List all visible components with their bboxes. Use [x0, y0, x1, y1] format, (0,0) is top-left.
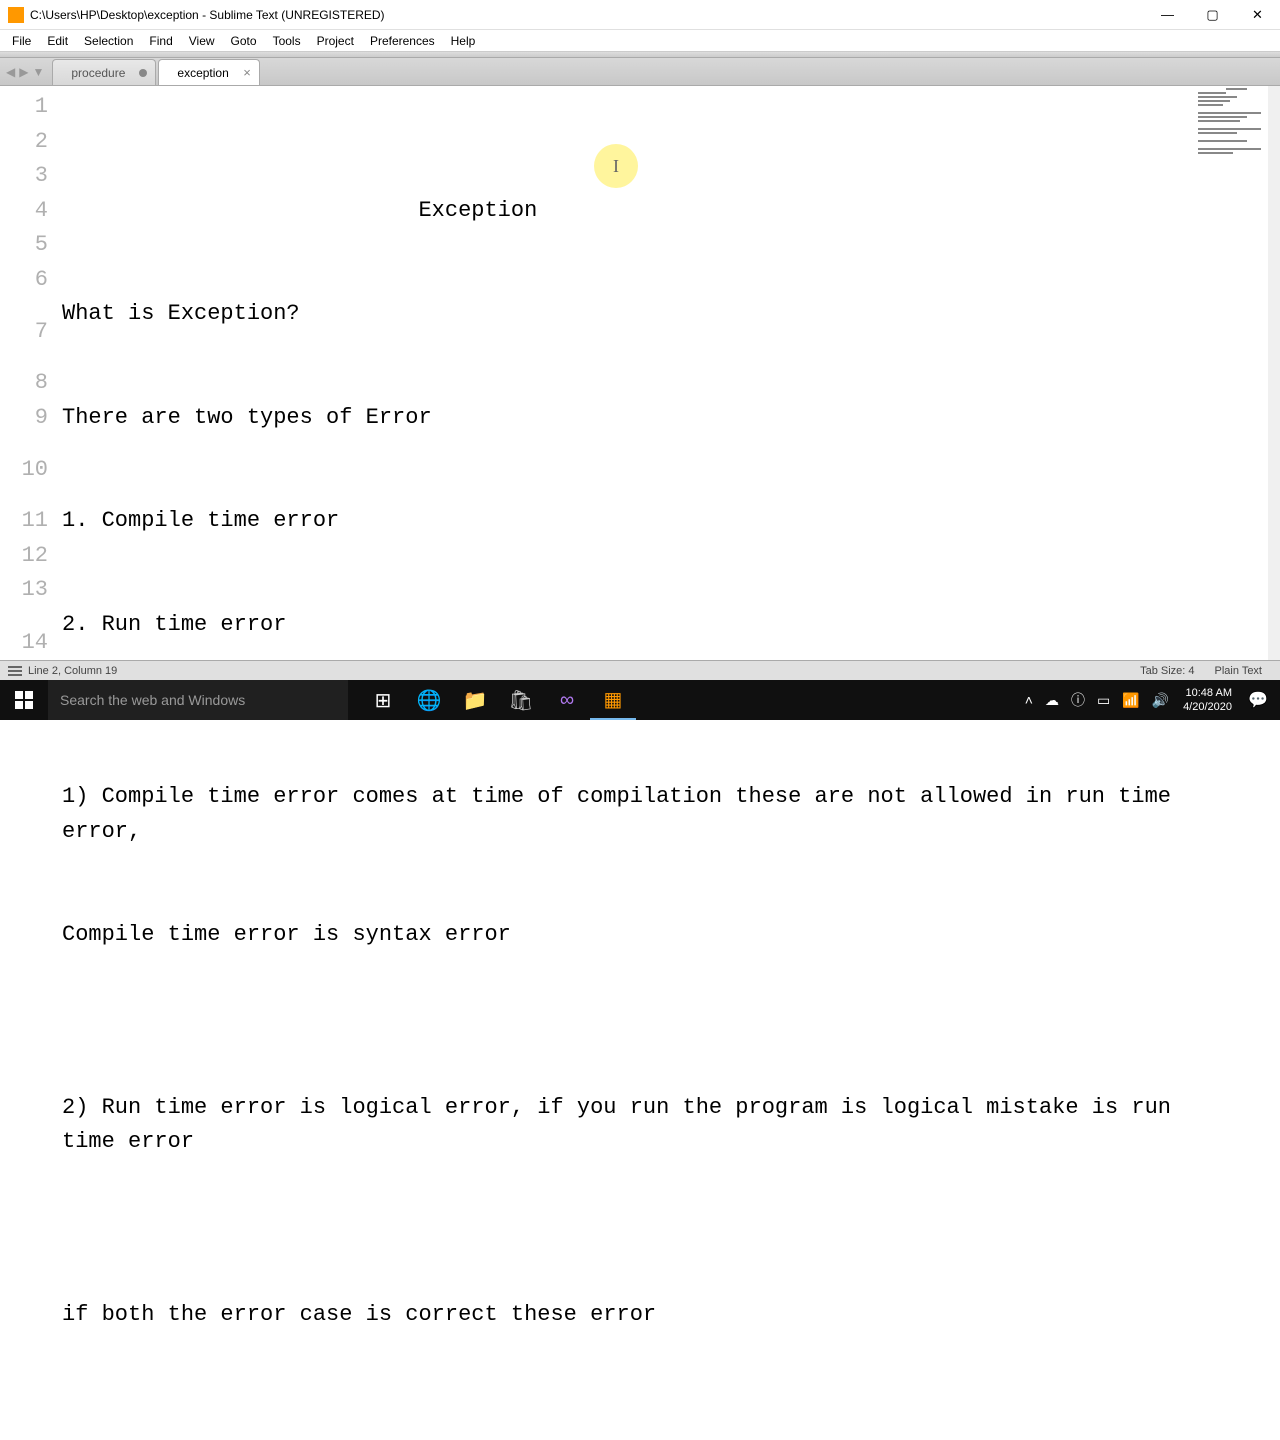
menu-selection[interactable]: Selection	[76, 32, 141, 50]
taskbar: Search the web and Windows ⊞ 🌐 📁 🛍 ∞ ▦ ˄…	[0, 680, 1280, 720]
line-number: 3	[0, 159, 48, 194]
menu-file[interactable]: File	[4, 32, 39, 50]
tab-nav-down-icon[interactable]: ▼	[32, 65, 44, 79]
tab-exception[interactable]: exception ×	[158, 59, 259, 85]
line-gutter: 1 2 3 4 5 6 7 8 9 10 11 12 13 14	[0, 86, 58, 670]
tray-chevron-icon[interactable]: ˄	[1019, 692, 1039, 708]
start-button[interactable]	[0, 680, 48, 720]
edge-icon[interactable]: 🌐	[406, 680, 452, 720]
tray-volume-icon[interactable]: 🔊	[1146, 692, 1175, 709]
line-number: 9	[0, 401, 48, 436]
close-button[interactable]: ✕	[1235, 0, 1280, 30]
menu-view[interactable]: View	[181, 32, 223, 50]
status-bar: Line 2, Column 19 Tab Size: 4 Plain Text	[0, 660, 1280, 680]
taskbar-search[interactable]: Search the web and Windows	[48, 680, 348, 720]
tab-nav: ◀ ▶ ▼	[0, 58, 50, 85]
line-number: 6	[0, 263, 48, 298]
status-position[interactable]: Line 2, Column 19	[28, 665, 117, 677]
line-number: 12	[0, 539, 48, 574]
tab-label: procedure	[71, 66, 125, 80]
cursor-highlight-text: I	[613, 149, 619, 184]
search-placeholder: Search the web and Windows	[60, 692, 245, 708]
tab-nav-back-icon[interactable]: ◀	[6, 65, 15, 79]
code-line: if both the error case is correct these …	[62, 1298, 1190, 1333]
status-syntax[interactable]: Plain Text	[1205, 665, 1273, 677]
code-line: Exception	[62, 194, 1190, 229]
vertical-scrollbar[interactable]	[1268, 86, 1280, 670]
line-number: 8	[0, 366, 48, 401]
line-number: 13	[0, 573, 48, 608]
menu-project[interactable]: Project	[309, 32, 362, 50]
tray-time: 10:48 AM	[1183, 686, 1232, 700]
minimap[interactable]	[1198, 88, 1268, 238]
tray-clock[interactable]: 10:48 AM 4/20/2020	[1175, 686, 1240, 714]
store-icon[interactable]: 🛍	[498, 680, 544, 720]
code-content[interactable]: I Exception What is Exception? There are…	[58, 86, 1280, 670]
window-title: C:\Users\HP\Desktop\exception - Sublime …	[30, 8, 1145, 22]
tab-nav-forward-icon[interactable]: ▶	[19, 65, 28, 79]
tab-procedure[interactable]: procedure	[52, 59, 156, 85]
code-line: Compile time error is syntax error	[62, 918, 1190, 953]
notification-center-icon[interactable]: 💬	[1240, 680, 1276, 720]
tray-onedrive-icon[interactable]: ☁	[1039, 692, 1065, 709]
tab-label: exception	[177, 66, 228, 80]
line-number: 7	[0, 297, 48, 366]
line-number: 10	[0, 435, 48, 504]
visual-studio-icon[interactable]: ∞	[544, 680, 590, 720]
tray-battery-icon[interactable]: ▭	[1091, 692, 1116, 709]
line-number: 2	[0, 125, 48, 160]
menu-goto[interactable]: Goto	[223, 32, 265, 50]
code-line: 1) Compile time error comes at time of c…	[62, 780, 1190, 849]
minimize-button[interactable]: —	[1145, 0, 1190, 30]
sublime-text-icon[interactable]: ▦	[590, 680, 636, 720]
code-line: 2) Run time error is logical error, if y…	[62, 1091, 1190, 1160]
file-explorer-icon[interactable]: 📁	[452, 680, 498, 720]
title-bar: C:\Users\HP\Desktop\exception - Sublime …	[0, 0, 1280, 30]
menu-bar: File Edit Selection Find View Goto Tools…	[0, 30, 1280, 52]
tray-date: 4/20/2020	[1183, 700, 1232, 714]
taskbar-apps: ⊞ 🌐 📁 🛍 ∞ ▦	[360, 680, 636, 720]
tray-wifi-icon[interactable]: 📶	[1116, 692, 1145, 709]
code-line: 1. Compile time error	[62, 504, 1190, 539]
menu-tools[interactable]: Tools	[265, 32, 309, 50]
system-tray: ˄ ☁ ⓘ ▭ 📶 🔊 10:48 AM 4/20/2020 💬	[1019, 680, 1280, 720]
menu-help[interactable]: Help	[443, 32, 484, 50]
menu-edit[interactable]: Edit	[39, 32, 76, 50]
cursor-highlight: I	[594, 144, 638, 188]
tab-close-icon[interactable]: ×	[243, 65, 251, 80]
windows-icon	[15, 691, 33, 709]
tab-bar: ◀ ▶ ▼ procedure exception ×	[0, 58, 1280, 86]
code-line: 2. Run time error	[62, 608, 1190, 643]
tray-info-icon[interactable]: ⓘ	[1065, 690, 1091, 710]
code-line: What is Exception?	[62, 297, 1190, 332]
maximize-button[interactable]: ▢	[1190, 0, 1235, 30]
dirty-indicator-icon	[139, 69, 147, 77]
line-number: 4	[0, 194, 48, 229]
line-number: 5	[0, 228, 48, 263]
window-controls: — ▢ ✕	[1145, 0, 1280, 30]
app-icon	[8, 7, 24, 23]
code-line: There are two types of Error	[62, 401, 1190, 436]
menu-find[interactable]: Find	[141, 32, 180, 50]
line-number: 1	[0, 90, 48, 125]
editor-area: 1 2 3 4 5 6 7 8 9 10 11 12 13 14 I Excep…	[0, 86, 1280, 670]
task-view-icon[interactable]: ⊞	[360, 680, 406, 720]
status-menu-icon[interactable]	[8, 664, 22, 678]
line-number: 11	[0, 504, 48, 539]
status-tab-size[interactable]: Tab Size: 4	[1130, 665, 1204, 677]
menu-preferences[interactable]: Preferences	[362, 32, 443, 50]
